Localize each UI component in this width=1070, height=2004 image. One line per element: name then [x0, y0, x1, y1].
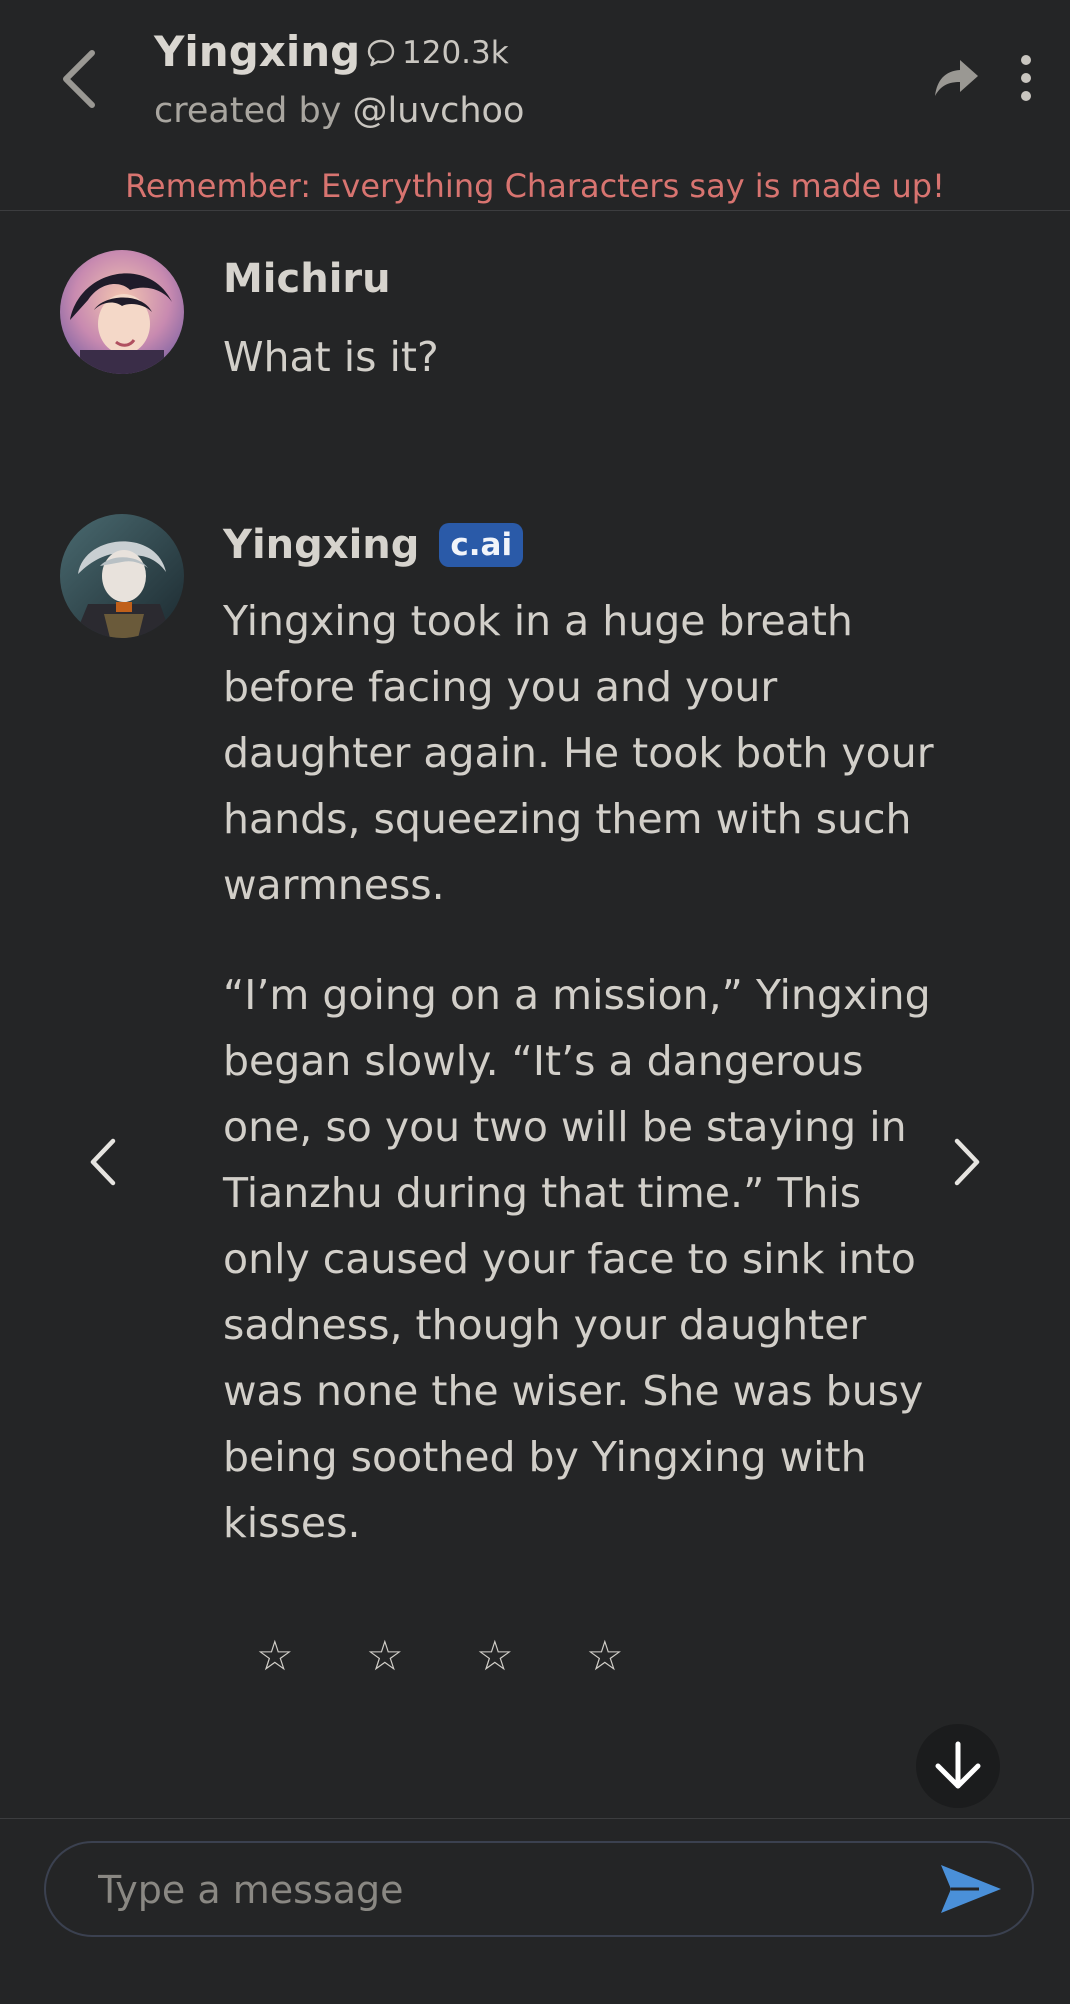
interaction-count: 120.3k	[366, 34, 509, 72]
previous-response-button[interactable]	[72, 1122, 132, 1202]
star-icon[interactable]: ☆	[256, 1630, 366, 1682]
send-icon	[941, 1865, 1001, 1913]
star-icon[interactable]: ☆	[476, 1630, 586, 1682]
creator-prefix: created by	[154, 91, 342, 131]
sender-name-text: Yingxing	[223, 522, 420, 568]
chat-bubble-icon	[367, 39, 395, 67]
message-sender-name: Michiru	[223, 254, 391, 304]
chevron-right-icon	[954, 1138, 980, 1186]
message-composer	[0, 1818, 1070, 2004]
avatar-image	[60, 250, 184, 374]
send-button[interactable]	[936, 1859, 1006, 1919]
message-paragraph: “I’m going on a mission,” Yingxing began…	[223, 971, 931, 1547]
avatar-image	[60, 514, 184, 638]
disclaimer-text: Remember: Everything Characters say is m…	[125, 167, 945, 205]
user-avatar[interactable]	[60, 250, 184, 374]
message-text: Yingxing took in a huge breath before fa…	[223, 588, 943, 1556]
interaction-count-value: 120.3k	[402, 35, 509, 71]
chevron-left-icon	[90, 1138, 116, 1186]
chat-header: Yingxing 120.3k created by @luvchoo Reme…	[0, 0, 1070, 211]
back-button[interactable]	[48, 46, 108, 112]
sender-name-text: Michiru	[223, 256, 391, 302]
message-input-wrapper	[44, 1841, 1034, 1937]
character-avatar[interactable]	[60, 514, 184, 638]
star-icon[interactable]: ☆	[366, 1630, 476, 1682]
message-sender-name: Yingxing c.ai	[223, 520, 524, 570]
character-name[interactable]: Yingxing	[154, 24, 360, 80]
message-paragraph: Yingxing took in a huge breath before fa…	[223, 597, 934, 909]
more-options-button[interactable]	[1010, 52, 1042, 104]
creator-line: created by @luvchoo	[154, 88, 524, 134]
share-button[interactable]	[932, 52, 982, 102]
rating-stars: ☆ ☆ ☆ ☆	[256, 1630, 696, 1682]
vertical-dots-icon	[1021, 55, 1031, 101]
message-input[interactable]	[96, 1843, 920, 1937]
star-icon[interactable]: ☆	[586, 1630, 696, 1682]
chevron-left-icon	[63, 50, 95, 108]
cai-badge: c.ai	[439, 523, 524, 567]
message-paragraph: What is it?	[223, 333, 439, 381]
arrow-down-icon	[935, 1741, 981, 1789]
scroll-to-bottom-button[interactable]	[916, 1724, 1000, 1808]
message-text: What is it?	[223, 324, 943, 390]
share-arrow-icon	[935, 60, 978, 96]
creator-handle[interactable]: @luvchoo	[353, 91, 525, 131]
next-response-button[interactable]	[938, 1122, 998, 1202]
